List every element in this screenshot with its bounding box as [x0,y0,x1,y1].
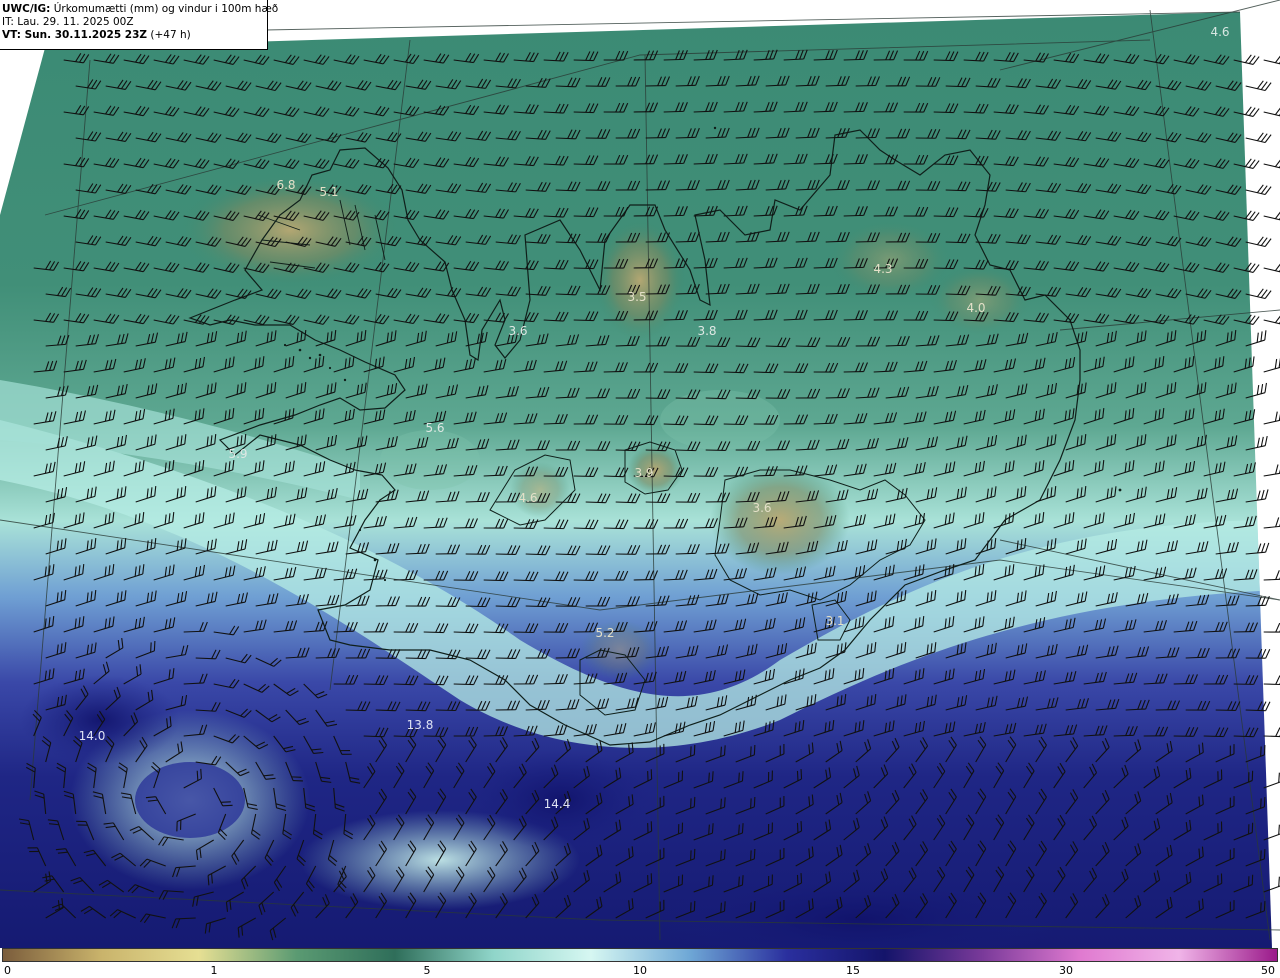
precip-label: 6.8 [276,178,295,192]
precip-label: 3.6 [752,501,771,515]
precip-label: 13.8 [407,718,434,732]
precip-label: 3.9 [634,466,653,480]
precip-label: 5.9 [228,447,247,461]
precip-label: 3.5 [627,290,646,304]
map-view: 4.6 6.8 5.1 3.5 4.3 4.0 3.6 3.8 5.6 5.9 … [0,0,1280,978]
colorbar-tick: 10 [633,964,647,977]
precip-label: 4.0 [966,301,985,315]
valid-time-offset: (+47 h) [150,29,191,41]
colorbar-tick: 0 [4,964,11,977]
colorbar-tick: 30 [1059,964,1073,977]
title-line: UWC/IG: Úrkomumætti (mm) og vindur i 100… [2,3,278,16]
precip-label: 4.3 [873,262,892,276]
precip-label: 3.6 [508,324,527,338]
precip-label: 14.4 [544,797,571,811]
map-info-box: UWC/IG: Úrkomumætti (mm) og vindur i 100… [0,0,278,50]
precip-label: 3.8 [697,324,716,338]
valid-time-line: VT: Sun. 30.11.2025 23Z (+47 h) [2,29,267,42]
precip-label: 4.6 [518,491,537,505]
colorbar-tick: 15 [846,964,860,977]
precip-label: 5.2 [595,626,614,640]
colorbar-legend: 0 1 5 10 15 30 50 [0,948,1280,978]
valid-time: VT: Sun. 30.11.2025 23Z [2,29,148,41]
precip-label: 3.1 [825,614,844,628]
precipitation-wind-map: 4.6 6.8 5.1 3.5 4.3 4.0 3.6 3.8 5.6 5.9 … [0,0,1280,948]
colorbar-tick: 5 [423,964,431,977]
precip-label: 5.1 [319,185,338,199]
colorbar-tick: 50 [1261,964,1275,977]
colorbar-strip [2,948,1278,962]
issue-time: IT: Lau. 29. 11. 2025 00Z [2,16,134,28]
precip-label: 5.6 [425,421,444,435]
colorbar-tick: 1 [210,964,218,977]
precip-label: 4.6 [1210,25,1229,39]
model-label: UWC/IG: [2,3,51,15]
precip-label: 14.0 [79,729,106,743]
map-title: Úrkomumætti (mm) og vindur i 100m hæð [53,3,279,15]
